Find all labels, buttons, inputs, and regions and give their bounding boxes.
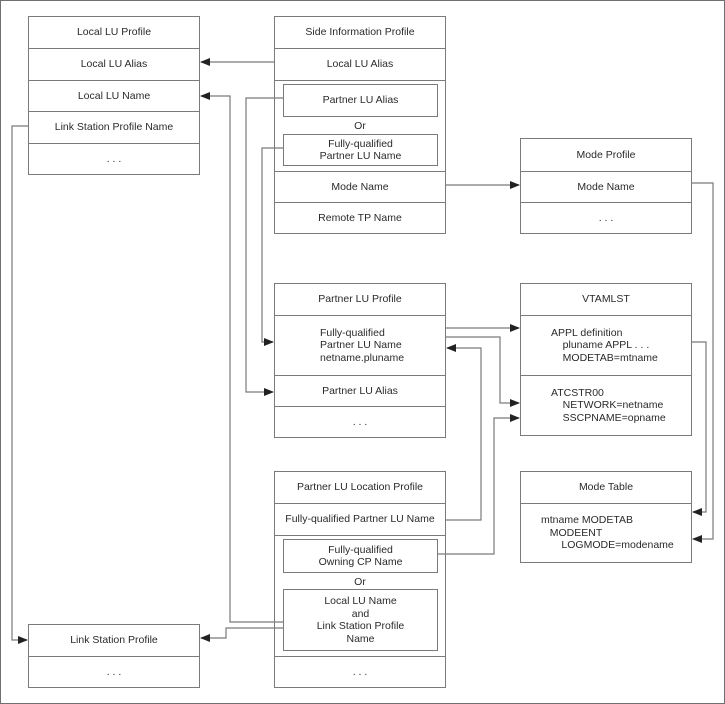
vtamlst-title: VTAMLST [582,293,630,306]
mode-profile-more: . . . [521,202,691,233]
side-information-profile: Side Information Profile Local LU Alias … [274,16,446,234]
partner-lu-profile-fq-name: Fully-qualified Partner LU Name netname.… [275,315,445,375]
partner-lu-profile: Partner LU Profile Fully-qualified Partn… [274,283,446,438]
partner-lu-profile-more: . . . [275,406,445,437]
plu-location-or-label: Or [354,576,366,588]
local-lu-name-field: Local LU Name [29,80,199,111]
plu-location-fq-owning-cp-name: Fully-qualified Owning CP Name [283,539,438,573]
local-lu-profile: Local LU Profile Local LU Alias Local LU… [28,16,200,175]
mode-profile: Mode Profile Mode Name . . . [520,138,692,234]
plu-location-title: Partner LU Location Profile [296,481,424,494]
partner-lu-profile-alias: Partner LU Alias [275,375,445,406]
link-station-profile-name-field: Link Station Profile Name [29,111,199,143]
mode-table: Mode Table mtname MODETAB MODEENT LOGMOD… [520,471,692,563]
vtamlst: VTAMLST APPL definition pluname APPL . .… [520,283,692,436]
local-lu-profile-title: Local LU Profile [76,26,152,39]
side-info-partner-lu-alias: Partner LU Alias [283,84,438,117]
vtamlst-appl-definition: APPL definition pluname APPL . . . MODET… [521,315,691,375]
side-info-mode-name: Mode Name [275,171,445,202]
mode-table-body: mtname MODETAB MODEENT LOGMODE=modename [521,503,691,562]
side-info-title: Side Information Profile [305,26,415,39]
side-info-remote-tp-name: Remote TP Name [275,202,445,233]
plu-location-fq-partner-lu-name: Fully-qualified Partner LU Name [275,503,445,535]
link-station-profile-title: Link Station Profile [70,634,158,647]
local-lu-profile-more: . . . [29,143,199,174]
link-station-profile: Link Station Profile . . . [28,624,200,688]
link-station-profile-more: . . . [29,656,199,687]
vtamlst-atcstr00: ATCSTR00 NETWORK=netname SSCPNAME=opname [521,375,691,435]
local-lu-alias-field: Local LU Alias [29,48,199,80]
plu-location-more: . . . [275,656,445,687]
partner-lu-location-profile: Partner LU Location Profile Fully-qualif… [274,471,446,688]
plu-location-local-lu-and-link: Local LU Name and Link Station Profile N… [283,589,438,651]
side-info-fq-partner-lu-name: Fully-qualified Partner LU Name [283,134,438,166]
mode-table-title: Mode Table [578,481,634,494]
side-info-local-lu-alias: Local LU Alias [275,48,445,80]
mode-profile-title: Mode Profile [576,148,636,161]
partner-lu-profile-title: Partner LU Profile [318,293,402,306]
side-info-or-label: Or [354,120,366,132]
mode-profile-mode-name: Mode Name [521,171,691,202]
